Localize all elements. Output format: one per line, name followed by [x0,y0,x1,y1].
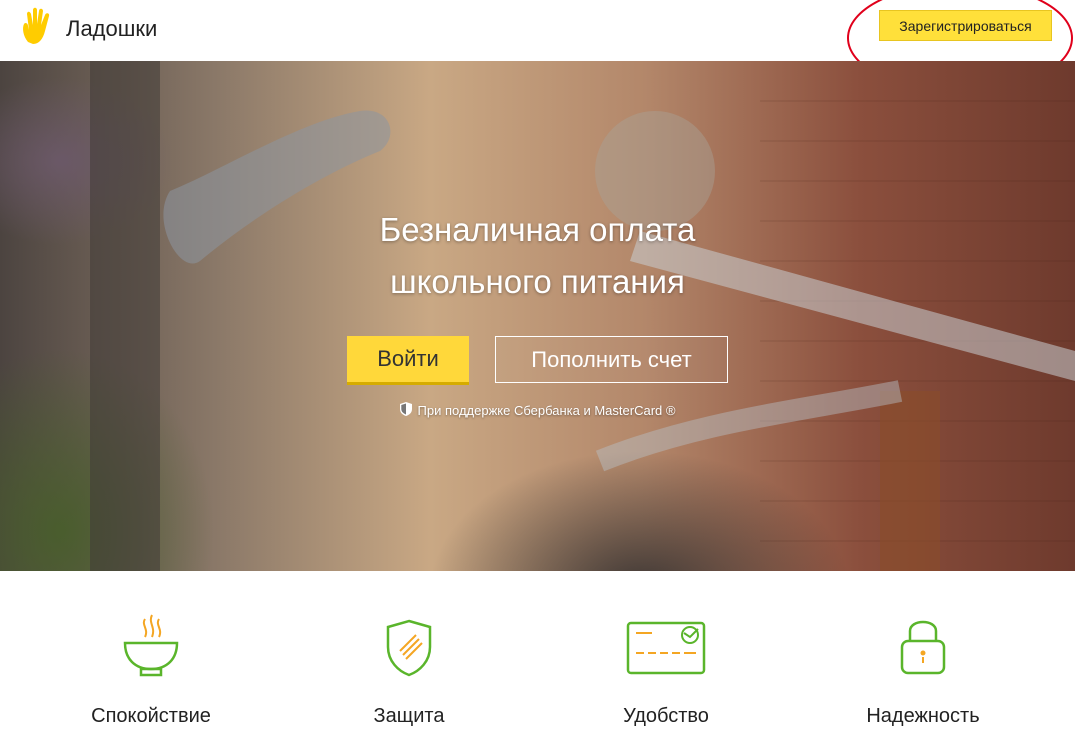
hero-title: Безналичная оплата школьного питания [0,204,1075,308]
logo-text: Ладошки [66,15,158,41]
header: Ладошки Зарегистрироваться [0,0,1075,93]
shield-icon [309,611,509,681]
support-text: При поддержке Сбербанка и MasterCard ® [417,403,676,418]
feature-label: Надежность [866,705,980,727]
login-button[interactable]: Войти [347,336,469,382]
shield-small-icon [399,402,412,419]
hand-logo-icon [20,6,56,51]
lock-icon [823,611,1023,681]
feature-label: Удобство [623,705,709,727]
hero-banner: Безналичная оплата школьного питания Вой… [0,61,1075,571]
register-button[interactable]: Зарегистрироваться [879,10,1052,41]
logo[interactable]: Ладошки [20,6,157,51]
bowl-icon [51,611,251,681]
card-icon [566,611,766,681]
feature-label: Защита [373,705,445,727]
hero-title-line2: школьного питания [390,263,685,300]
feature-label: Спокойствие [91,705,211,727]
topup-button[interactable]: Пополнить счет [495,336,728,383]
hero-title-line1: Безналичная оплата [379,211,696,248]
hero-background-image [90,61,1075,571]
support-note: При поддержке Сбербанка и MasterCard ® [0,402,1075,419]
features-section: Спокойствие Защита Удобство Надежность [0,571,1075,738]
